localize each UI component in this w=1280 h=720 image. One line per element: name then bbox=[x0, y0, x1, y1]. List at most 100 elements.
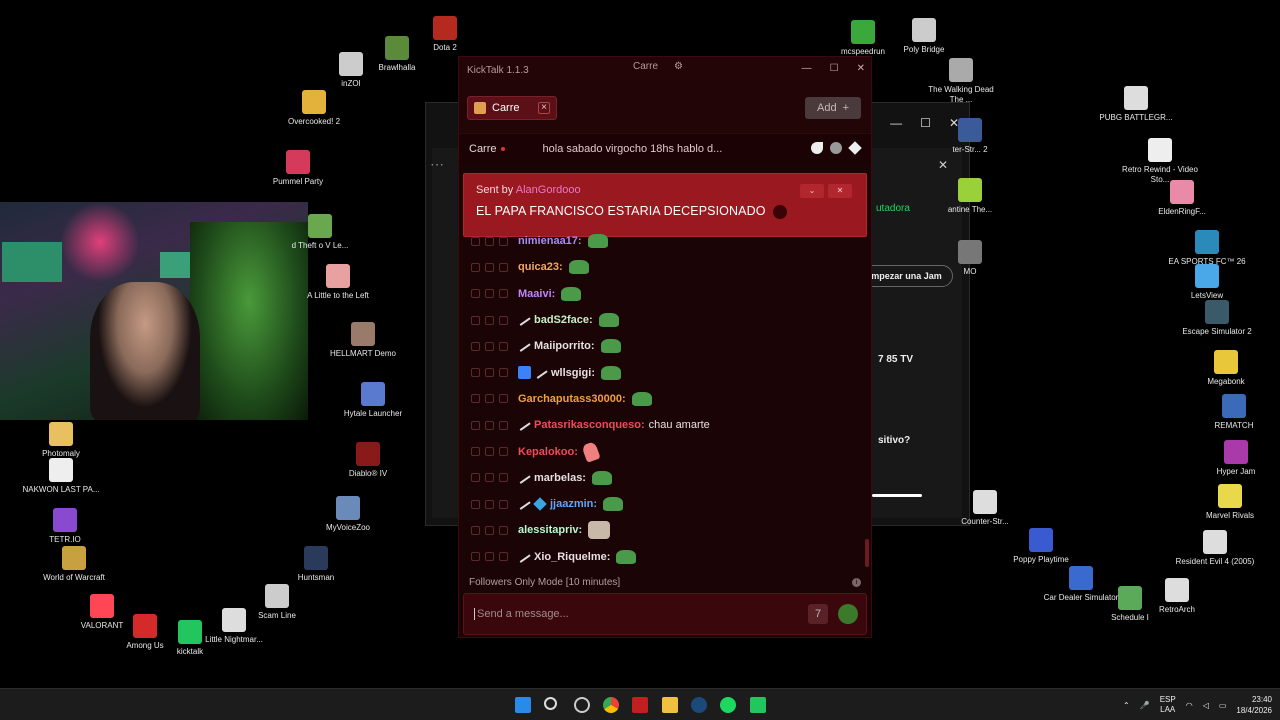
chat-message[interactable]: Xio_Riquelme: bbox=[459, 544, 865, 564]
desktop-icon[interactable]: Hytale Launcher bbox=[333, 382, 413, 419]
desktop-icon[interactable]: EA SPORTS FC™ 26 bbox=[1167, 230, 1247, 267]
minimize-icon[interactable]: — bbox=[802, 63, 812, 74]
ban-icon[interactable] bbox=[485, 315, 494, 325]
desktop-icon[interactable]: antine The... bbox=[930, 178, 1010, 215]
pin-message-icon[interactable] bbox=[499, 499, 508, 509]
desktop-icon[interactable]: Pummel Party bbox=[258, 150, 338, 187]
chat-message[interactable]: Maaivi: bbox=[459, 281, 865, 307]
titlebar-user[interactable]: Carre bbox=[633, 61, 658, 72]
desktop-icon[interactable]: REMATCH bbox=[1194, 394, 1274, 431]
menu-dots-icon[interactable]: ⋯ bbox=[430, 156, 444, 173]
desktop-icon[interactable]: inZOI bbox=[311, 52, 391, 89]
message-input[interactable] bbox=[474, 608, 774, 620]
ban-icon[interactable] bbox=[485, 368, 494, 378]
desktop-icon[interactable]: Poppy Playtime bbox=[1001, 528, 1081, 565]
chat-username[interactable]: Kepalokoo: bbox=[518, 446, 578, 458]
chat-username[interactable]: Patasrikasconqueso: bbox=[534, 419, 645, 431]
pin-message-icon[interactable] bbox=[499, 420, 508, 430]
close-icon[interactable]: ✕ bbox=[857, 63, 865, 74]
timeout-icon[interactable] bbox=[471, 315, 480, 325]
desktop-icon[interactable]: Megabonk bbox=[1186, 350, 1266, 387]
app-icon[interactable] bbox=[632, 697, 648, 713]
chat-message[interactable]: quica23: bbox=[459, 254, 865, 280]
pin-message-icon[interactable] bbox=[499, 447, 508, 457]
chat-username[interactable]: marbelas: bbox=[534, 472, 586, 484]
translate-icon[interactable]: 7 bbox=[808, 604, 828, 624]
desktop-icon[interactable]: The Walking Dead The ... bbox=[921, 58, 1001, 105]
volume-slider[interactable] bbox=[872, 494, 922, 497]
ban-icon[interactable] bbox=[485, 289, 494, 299]
desktop-icon[interactable]: d Theft o V Le... bbox=[280, 214, 360, 251]
tab-carre[interactable]: Carre × bbox=[467, 96, 557, 120]
timeout-icon[interactable] bbox=[471, 289, 480, 299]
desktop-icon[interactable]: VALORANT bbox=[62, 594, 142, 631]
language-indicator[interactable]: ESP LAA bbox=[1160, 695, 1176, 715]
timeout-icon[interactable] bbox=[471, 552, 480, 562]
battery-icon[interactable]: ▭ bbox=[1219, 701, 1227, 710]
chat-message[interactable]: Kepalokoo: bbox=[459, 438, 865, 464]
settings-gear-icon[interactable]: ⚙ bbox=[674, 61, 683, 72]
minimize-icon[interactable]: — bbox=[890, 116, 902, 130]
desktop-icon[interactable]: Retro Rewind - Video Sto... bbox=[1120, 138, 1200, 185]
chrome-icon[interactable] bbox=[603, 697, 619, 713]
pin-message-icon[interactable] bbox=[499, 368, 508, 378]
desktop-icon[interactable]: Poly Bridge bbox=[884, 18, 964, 55]
ban-icon[interactable] bbox=[485, 447, 494, 457]
chat-message[interactable]: badS2face: bbox=[459, 307, 865, 333]
desktop-icon[interactable]: Huntsman bbox=[276, 546, 356, 583]
panel-close-icon[interactable]: ✕ bbox=[938, 158, 948, 172]
desktop-icon[interactable]: PUBG BATTLEGR... bbox=[1096, 86, 1176, 123]
chat-username[interactable]: Xio_Riquelme: bbox=[534, 551, 610, 563]
desktop-icon[interactable]: MyVoiceZoo bbox=[308, 496, 388, 533]
desktop-icon[interactable]: Diablo® IV bbox=[328, 442, 408, 479]
ban-icon[interactable] bbox=[485, 499, 494, 509]
desktop-icon[interactable]: Escape Simulator 2 bbox=[1177, 300, 1257, 337]
desktop-icon[interactable]: Resident Evil 4 (2005) bbox=[1175, 530, 1255, 567]
info-icon[interactable]: i bbox=[852, 578, 861, 587]
desktop-icon[interactable]: Photomaly bbox=[21, 422, 101, 459]
chat-scrollbar[interactable] bbox=[865, 539, 869, 567]
chat-username[interactable]: wllsgigi: bbox=[551, 367, 595, 379]
pin-message-icon[interactable] bbox=[499, 315, 508, 325]
kicktalk-taskbar-icon[interactable] bbox=[750, 697, 766, 713]
desktop-icon[interactable]: TETR.IO bbox=[25, 508, 105, 545]
steam-icon[interactable] bbox=[691, 697, 707, 713]
ban-icon[interactable] bbox=[485, 262, 494, 272]
timeout-icon[interactable] bbox=[471, 341, 480, 351]
ban-icon[interactable] bbox=[485, 394, 494, 404]
timeout-icon[interactable] bbox=[471, 447, 480, 457]
chat-username[interactable]: Maaivi: bbox=[518, 288, 555, 300]
pin-message-icon[interactable] bbox=[499, 525, 508, 535]
pin-message-icon[interactable] bbox=[499, 552, 508, 562]
desktop-icon[interactable]: Overcooked! 2 bbox=[274, 90, 354, 127]
desktop-icon[interactable]: Hyper Jam bbox=[1196, 440, 1276, 477]
ban-icon[interactable] bbox=[485, 420, 494, 430]
chat-username[interactable]: jjaazmin: bbox=[550, 498, 597, 510]
task-view-icon[interactable] bbox=[574, 697, 590, 713]
timeout-icon[interactable] bbox=[471, 525, 480, 535]
windows-start-icon[interactable] bbox=[515, 697, 531, 713]
timeout-icon[interactable] bbox=[471, 236, 480, 246]
ban-icon[interactable] bbox=[485, 341, 494, 351]
timeout-icon[interactable] bbox=[471, 368, 480, 378]
chevron-down-icon[interactable]: ⌄ bbox=[800, 184, 824, 198]
chat-username[interactable]: Maiiporrito: bbox=[534, 340, 595, 352]
chat-message[interactable]: nimienaa17: bbox=[459, 228, 865, 254]
search-icon[interactable] bbox=[544, 697, 557, 710]
timeout-icon[interactable] bbox=[471, 473, 480, 483]
chat-message[interactable]: Garchaputass30000: bbox=[459, 386, 865, 412]
desktop-icon[interactable]: ter-Str... 2 bbox=[930, 118, 1010, 155]
timeout-icon[interactable] bbox=[471, 499, 480, 509]
chat-message[interactable]: marbelas: bbox=[459, 465, 865, 491]
pin-message-icon[interactable] bbox=[499, 341, 508, 351]
chevron-up-icon[interactable]: ⌃ bbox=[1123, 701, 1130, 710]
chat-username[interactable]: quica23: bbox=[518, 261, 563, 273]
chat-username[interactable]: Garchaputass30000: bbox=[518, 393, 626, 405]
emote-picker-icon[interactable] bbox=[838, 604, 858, 624]
ban-icon[interactable] bbox=[485, 552, 494, 562]
tab-close-icon[interactable]: × bbox=[538, 102, 550, 114]
desktop-icon[interactable]: World of Warcraft bbox=[34, 546, 114, 583]
chat-message[interactable]: Patasrikasconqueso: chau amarte bbox=[459, 412, 865, 438]
ban-icon[interactable] bbox=[485, 525, 494, 535]
add-channel-button[interactable]: Add + bbox=[805, 97, 861, 119]
